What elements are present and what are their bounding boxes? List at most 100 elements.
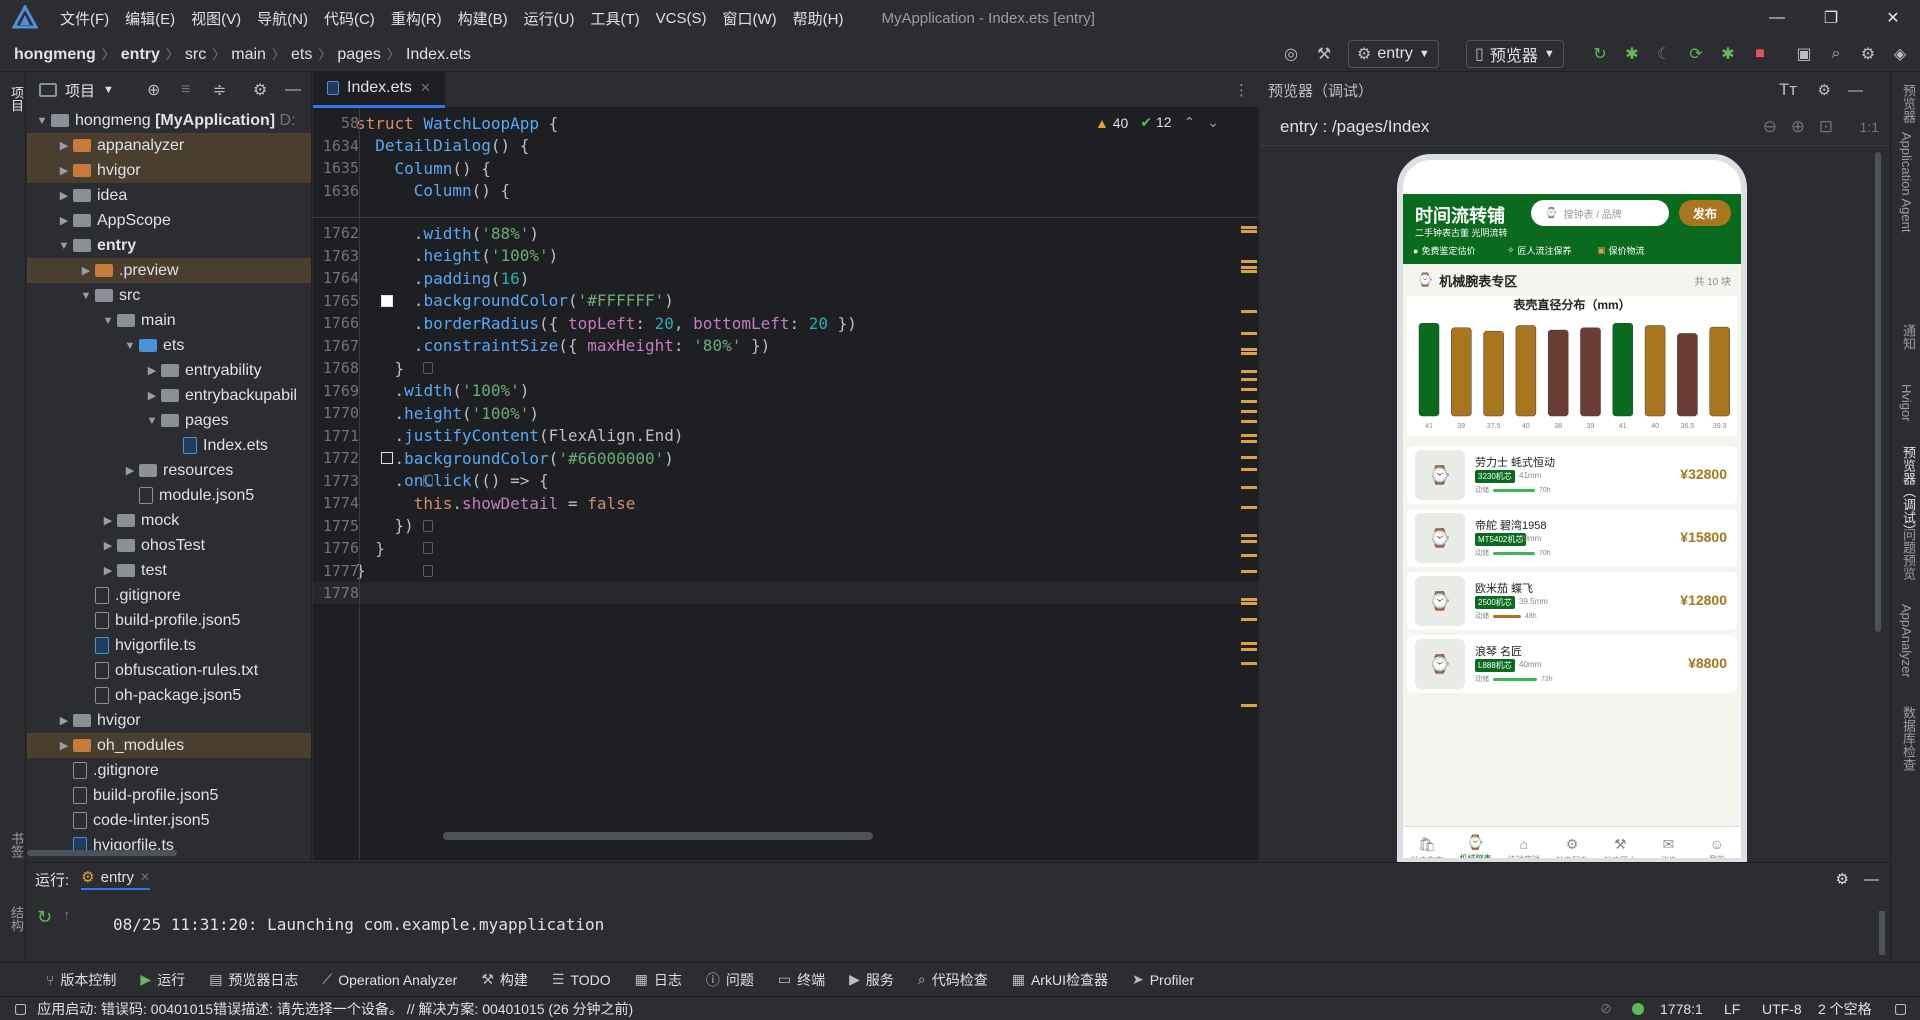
tree-item[interactable]: ▶ entrybackupabil (27, 383, 311, 408)
bottom-tool-1[interactable]: ▶ 运行 (128, 970, 197, 990)
warning-stripe-mark[interactable] (1241, 662, 1257, 665)
bottom-tool-10[interactable]: ⌕ 代码检查 (906, 970, 1000, 990)
color-swatch-icon[interactable] (381, 294, 393, 307)
profile-icon[interactable]: ✱ (1716, 42, 1740, 66)
tree-scrollbar[interactable] (27, 850, 177, 856)
tree-item[interactable]: ▶ AppScope (27, 208, 311, 233)
crumb-ets[interactable]: ets (291, 46, 312, 63)
run-scrollbar[interactable] (1879, 911, 1885, 955)
code-line[interactable]: 1768 } (313, 357, 1259, 379)
code-line[interactable]: 1778 (313, 582, 1259, 604)
crumb-pages[interactable]: pages (337, 46, 381, 63)
menu-navigate[interactable]: 导航(N) (249, 8, 316, 29)
menu-view[interactable]: 视图(V) (183, 8, 249, 29)
warning-stripe-mark[interactable] (1241, 440, 1257, 443)
product-card[interactable]: ⌚ 浪琴 名匠 L888机芯 40mm 动储 72h ¥8800 (1407, 635, 1737, 693)
bottom-tool-3[interactable]: ⟋ Operation Analyzer (310, 971, 469, 988)
chevron-right-icon[interactable]: ▶ (77, 264, 95, 277)
app-tab[interactable]: ⌚ 机械腕表 (1451, 827, 1499, 859)
hvigor-tab[interactable]: Hvigor (1899, 384, 1914, 422)
bottom-tool-4[interactable]: ⚒ 构建 (469, 970, 540, 990)
chevron-down-icon[interactable]: ▼ (77, 290, 95, 302)
menu-window[interactable]: 窗口(W) (714, 8, 784, 29)
crumb-src[interactable]: src (185, 46, 206, 63)
sticky-line[interactable]: 1635 Column() { (313, 157, 1259, 179)
application-agent-tab[interactable]: Application Agent (1899, 132, 1914, 232)
tree-item[interactable]: ▶ .preview (27, 258, 311, 283)
app-tab[interactable]: ⚒ 钟表匠人 (1596, 827, 1644, 859)
warning-stripe-mark[interactable] (1241, 260, 1257, 263)
tree-item[interactable]: module.json5 (27, 483, 311, 508)
bottom-tool-12[interactable]: ➤ Profiler (1120, 971, 1206, 988)
tree-item[interactable]: ▶ oh_modules (27, 733, 311, 758)
structure-tool-tab[interactable]: 结构 (7, 906, 26, 932)
horizontal-scrollbar[interactable] (443, 832, 873, 840)
tree-item[interactable]: ▼ main (27, 308, 311, 333)
warning-stripe-mark[interactable] (1241, 704, 1257, 707)
code-line[interactable]: 1772 .backgroundColor('#66000000') (313, 447, 1259, 469)
appanalyzer-tab[interactable]: AppAnalyzer (1899, 604, 1914, 678)
sticky-line[interactable]: 1634 DetailDialog() { (313, 135, 1259, 157)
maximize-button[interactable]: ❐ (1804, 0, 1858, 36)
bottom-tool-9[interactable]: ▶ 服务 (837, 970, 906, 990)
bookmarks-tool-tab[interactable]: 书签 (7, 832, 26, 858)
app-tab[interactable]: ⚙ 钟表配件 (1548, 827, 1596, 859)
warning-stripe-mark[interactable] (1241, 602, 1257, 605)
collapse-all-icon[interactable]: ≑ (213, 80, 226, 100)
code-line[interactable]: 1771 .justifyContent(FlexAlign.End) (313, 425, 1259, 447)
warning-stripe-mark[interactable] (1241, 266, 1257, 269)
expand-all-icon[interactable]: ≡ (181, 81, 190, 99)
app-tab[interactable]: ⌂ 挂钟座钟 (1500, 827, 1548, 858)
hide-icon[interactable]: — (285, 81, 301, 99)
sticky-line[interactable]: 58 struct WatchLoopApp { (313, 112, 1259, 134)
code-line[interactable]: 1774 this.showDetail = false (313, 492, 1259, 514)
chevron-down-icon[interactable]: ▼ (143, 415, 161, 427)
reload-icon[interactable]: ⟳ (1684, 42, 1708, 66)
tree-item[interactable]: code-linter.json5 (27, 808, 311, 833)
device-select[interactable]: ▯ 预览器 ▼ (1466, 40, 1564, 68)
preview-debug-tab[interactable]: 预览器（调试） (1899, 446, 1918, 537)
font-size-icon[interactable]: Tт (1779, 80, 1797, 100)
warning-stripe-mark[interactable] (1241, 648, 1257, 651)
close-tab-icon[interactable]: ✕ (140, 870, 150, 884)
target-icon[interactable]: ⊕ (147, 80, 160, 100)
code-line[interactable]: 1777} (313, 560, 1259, 582)
code-line[interactable]: 1765 .backgroundColor('#FFFFFF') (313, 290, 1259, 312)
settings-icon[interactable]: ⚙ (1836, 870, 1849, 888)
chevron-right-icon[interactable]: ▶ (55, 214, 73, 227)
editor-tab[interactable]: Index.ets ✕ (313, 71, 445, 108)
fold-marker-icon[interactable] (423, 474, 433, 487)
stop-icon[interactable]: ■ (1748, 42, 1772, 66)
warning-stripe-mark[interactable] (1241, 352, 1257, 355)
run-config-tab[interactable]: ⚙ entry ✕ (81, 868, 151, 890)
problems-preview-tab[interactable]: 问题预览 (1899, 528, 1918, 580)
settings-icon[interactable]: ⚙ (1818, 81, 1831, 99)
tree-item[interactable]: obfuscation-rules.txt (27, 658, 311, 683)
menu-run[interactable]: 运行(U) (516, 8, 583, 29)
warning-stripe-mark[interactable] (1241, 506, 1257, 509)
chevron-down-icon[interactable]: ▼ (121, 340, 139, 352)
chevron-right-icon[interactable]: ▶ (55, 739, 73, 752)
sticky-line[interactable]: 1636 Column() { (313, 180, 1259, 202)
crumb-main[interactable]: main (231, 46, 266, 63)
warning-stripe-mark[interactable] (1241, 468, 1257, 471)
more-icon[interactable]: ⋮ (1234, 81, 1249, 99)
crumb-entry[interactable]: entry (121, 46, 160, 63)
tree-item[interactable]: ▼ entry (27, 233, 311, 258)
app-tab[interactable]: ☺ 我的 (1693, 827, 1741, 858)
rerun-icon[interactable]: ↻ (37, 907, 52, 928)
chevron-right-icon[interactable]: ▶ (121, 464, 139, 477)
chevron-right-icon[interactable]: ▶ (99, 564, 117, 577)
warning-stripe-mark[interactable] (1241, 486, 1257, 489)
bottom-tool-11[interactable]: ▦ ArkUI检查器 (1000, 970, 1120, 990)
module-select[interactable]: ⚙ entry ▼ (1348, 40, 1439, 68)
product-card[interactable]: ⌚ 劳力士 蚝式恒动 3230机芯 41mm 动储 70h ¥32800 (1407, 446, 1737, 504)
hide-icon[interactable]: — (1848, 82, 1863, 99)
chevron-down-icon[interactable]: ▼ (103, 84, 114, 96)
warning-stripe-mark[interactable] (1241, 378, 1257, 381)
debug-icon[interactable]: ✱ (1620, 42, 1644, 66)
bottom-tool-6[interactable]: ▦ 日志 (623, 970, 694, 990)
menu-vcs[interactable]: VCS(S) (648, 10, 715, 27)
warning-stripe-mark[interactable] (1241, 618, 1257, 621)
code-line[interactable]: 1770 .height('100%') (313, 402, 1259, 424)
